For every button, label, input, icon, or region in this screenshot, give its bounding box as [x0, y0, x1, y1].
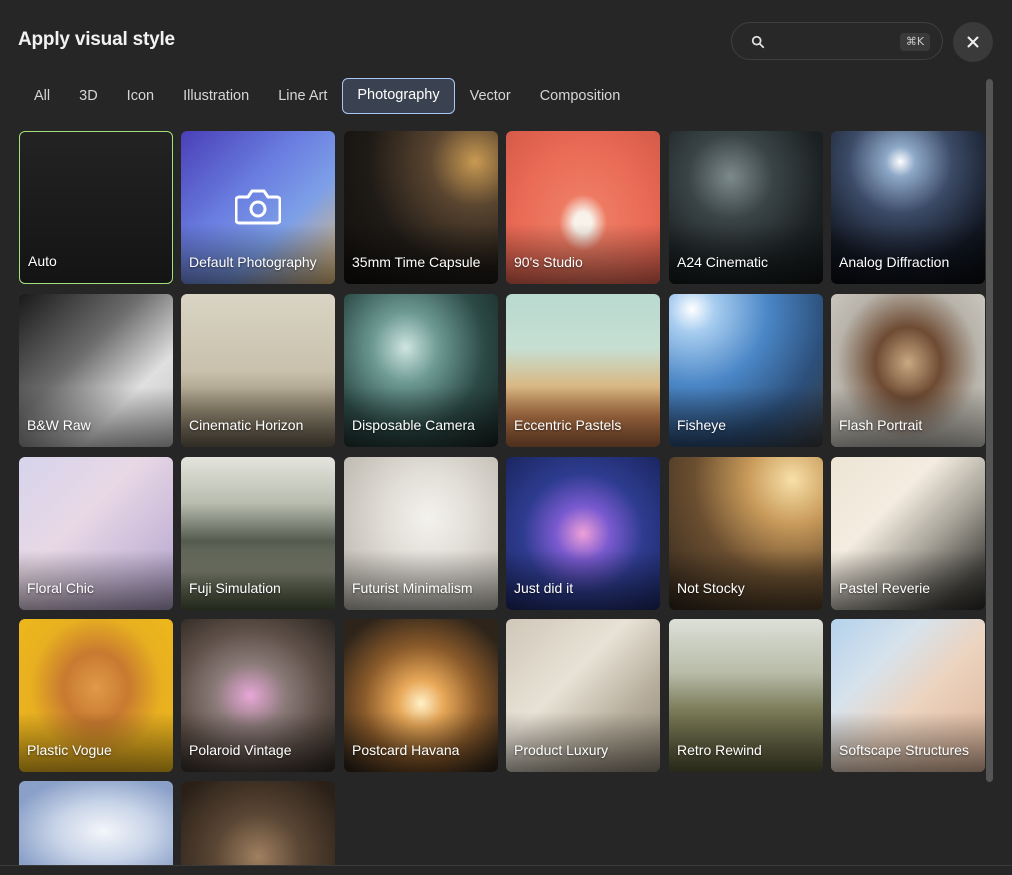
tab-3d[interactable]: 3D [65, 78, 112, 114]
style-card-a24-cinematic[interactable]: A24 Cinematic [669, 131, 823, 284]
style-card-futurist-minimalism[interactable]: Futurist Minimalism [344, 457, 498, 610]
scrollbar[interactable] [986, 79, 993, 782]
style-card-postcard-havana[interactable]: Postcard Havana [344, 619, 498, 772]
style-label: Postcard Havana [352, 742, 460, 758]
style-card-plastic-vogue[interactable]: Plastic Vogue [19, 619, 173, 772]
style-card-not-stocky[interactable]: Not Stocky [669, 457, 823, 610]
tab-all[interactable]: All [20, 78, 64, 114]
style-label: Analog Diffraction [839, 254, 950, 270]
tab-line-art[interactable]: Line Art [264, 78, 341, 114]
style-label: Futurist Minimalism [352, 580, 473, 596]
style-card-retro-rewind[interactable]: Retro Rewind [669, 619, 823, 772]
style-label: Polaroid Vintage [189, 742, 292, 758]
style-card-cinematic-horizon[interactable]: Cinematic Horizon [181, 294, 335, 447]
style-label: Fuji Simulation [189, 580, 281, 596]
style-card-disposable-camera[interactable]: Disposable Camera [344, 294, 498, 447]
tab-icon[interactable]: Icon [113, 78, 168, 114]
style-label: B&W Raw [27, 417, 91, 433]
close-icon [967, 36, 979, 48]
camera-icon [235, 189, 281, 225]
style-card-fuji-simulation[interactable]: Fuji Simulation [181, 457, 335, 610]
style-card-flash-portrait[interactable]: Flash Portrait [831, 294, 985, 447]
style-card-90s-studio[interactable]: 90's Studio [506, 131, 660, 284]
style-label: Floral Chic [27, 580, 94, 596]
page-title: Apply visual style [18, 29, 175, 50]
style-label: Eccentric Pastels [514, 417, 622, 433]
style-card-product-luxury[interactable]: Product Luxury [506, 619, 660, 772]
style-card-softscape-structures[interactable]: Softscape Structures [831, 619, 985, 772]
style-card-partial-2[interactable] [181, 781, 335, 865]
tab-photography[interactable]: Photography [342, 78, 455, 114]
style-label: Product Luxury [514, 742, 609, 758]
style-label: Retro Rewind [677, 742, 762, 758]
tab-composition[interactable]: Composition [526, 78, 635, 114]
style-card-analog-diffraction[interactable]: Analog Diffraction [831, 131, 985, 284]
style-card-floral-chic[interactable]: Floral Chic [19, 457, 173, 610]
style-label: Default Photography [189, 254, 317, 270]
style-card-partial-1[interactable] [19, 781, 173, 865]
style-card-bw-raw[interactable]: B&W Raw [19, 294, 173, 447]
style-label: Fisheye [677, 417, 727, 433]
search-input[interactable] [772, 31, 916, 53]
style-card-pastel-reverie[interactable]: Pastel Reverie [831, 457, 985, 610]
style-card-35mm-time-capsule[interactable]: 35mm Time Capsule [344, 131, 498, 284]
style-label: A24 Cinematic [677, 254, 769, 270]
style-card-fisheye[interactable]: Fisheye [669, 294, 823, 447]
divider [0, 865, 1012, 866]
close-button[interactable] [953, 22, 993, 62]
style-label: Auto [28, 253, 57, 269]
category-tabs: All 3D Icon Illustration Line Art Photog… [20, 78, 635, 114]
search-icon [751, 35, 765, 49]
style-card-auto[interactable]: Auto [19, 131, 173, 284]
style-label: Just did it [514, 580, 574, 596]
search-box[interactable]: ⌘K [731, 22, 943, 60]
shortcut-badge: ⌘K [900, 33, 930, 51]
style-card-polaroid-vintage[interactable]: Polaroid Vintage [181, 619, 335, 772]
style-label: 35mm Time Capsule [352, 254, 481, 270]
style-card-default-photography[interactable]: Default Photography [181, 131, 335, 284]
style-card-eccentric-pastels[interactable]: Eccentric Pastels [506, 294, 660, 447]
tab-illustration[interactable]: Illustration [169, 78, 263, 114]
style-label: Flash Portrait [839, 417, 923, 433]
style-label: Plastic Vogue [27, 742, 112, 758]
style-label: Pastel Reverie [839, 580, 931, 596]
style-label: 90's Studio [514, 254, 583, 270]
tab-vector[interactable]: Vector [456, 78, 525, 114]
style-label: Disposable Camera [352, 417, 475, 433]
style-label: Softscape Structures [839, 742, 969, 758]
style-label: Cinematic Horizon [189, 417, 304, 433]
style-card-just-did-it[interactable]: Just did it [506, 457, 660, 610]
style-label: Not Stocky [677, 580, 745, 596]
